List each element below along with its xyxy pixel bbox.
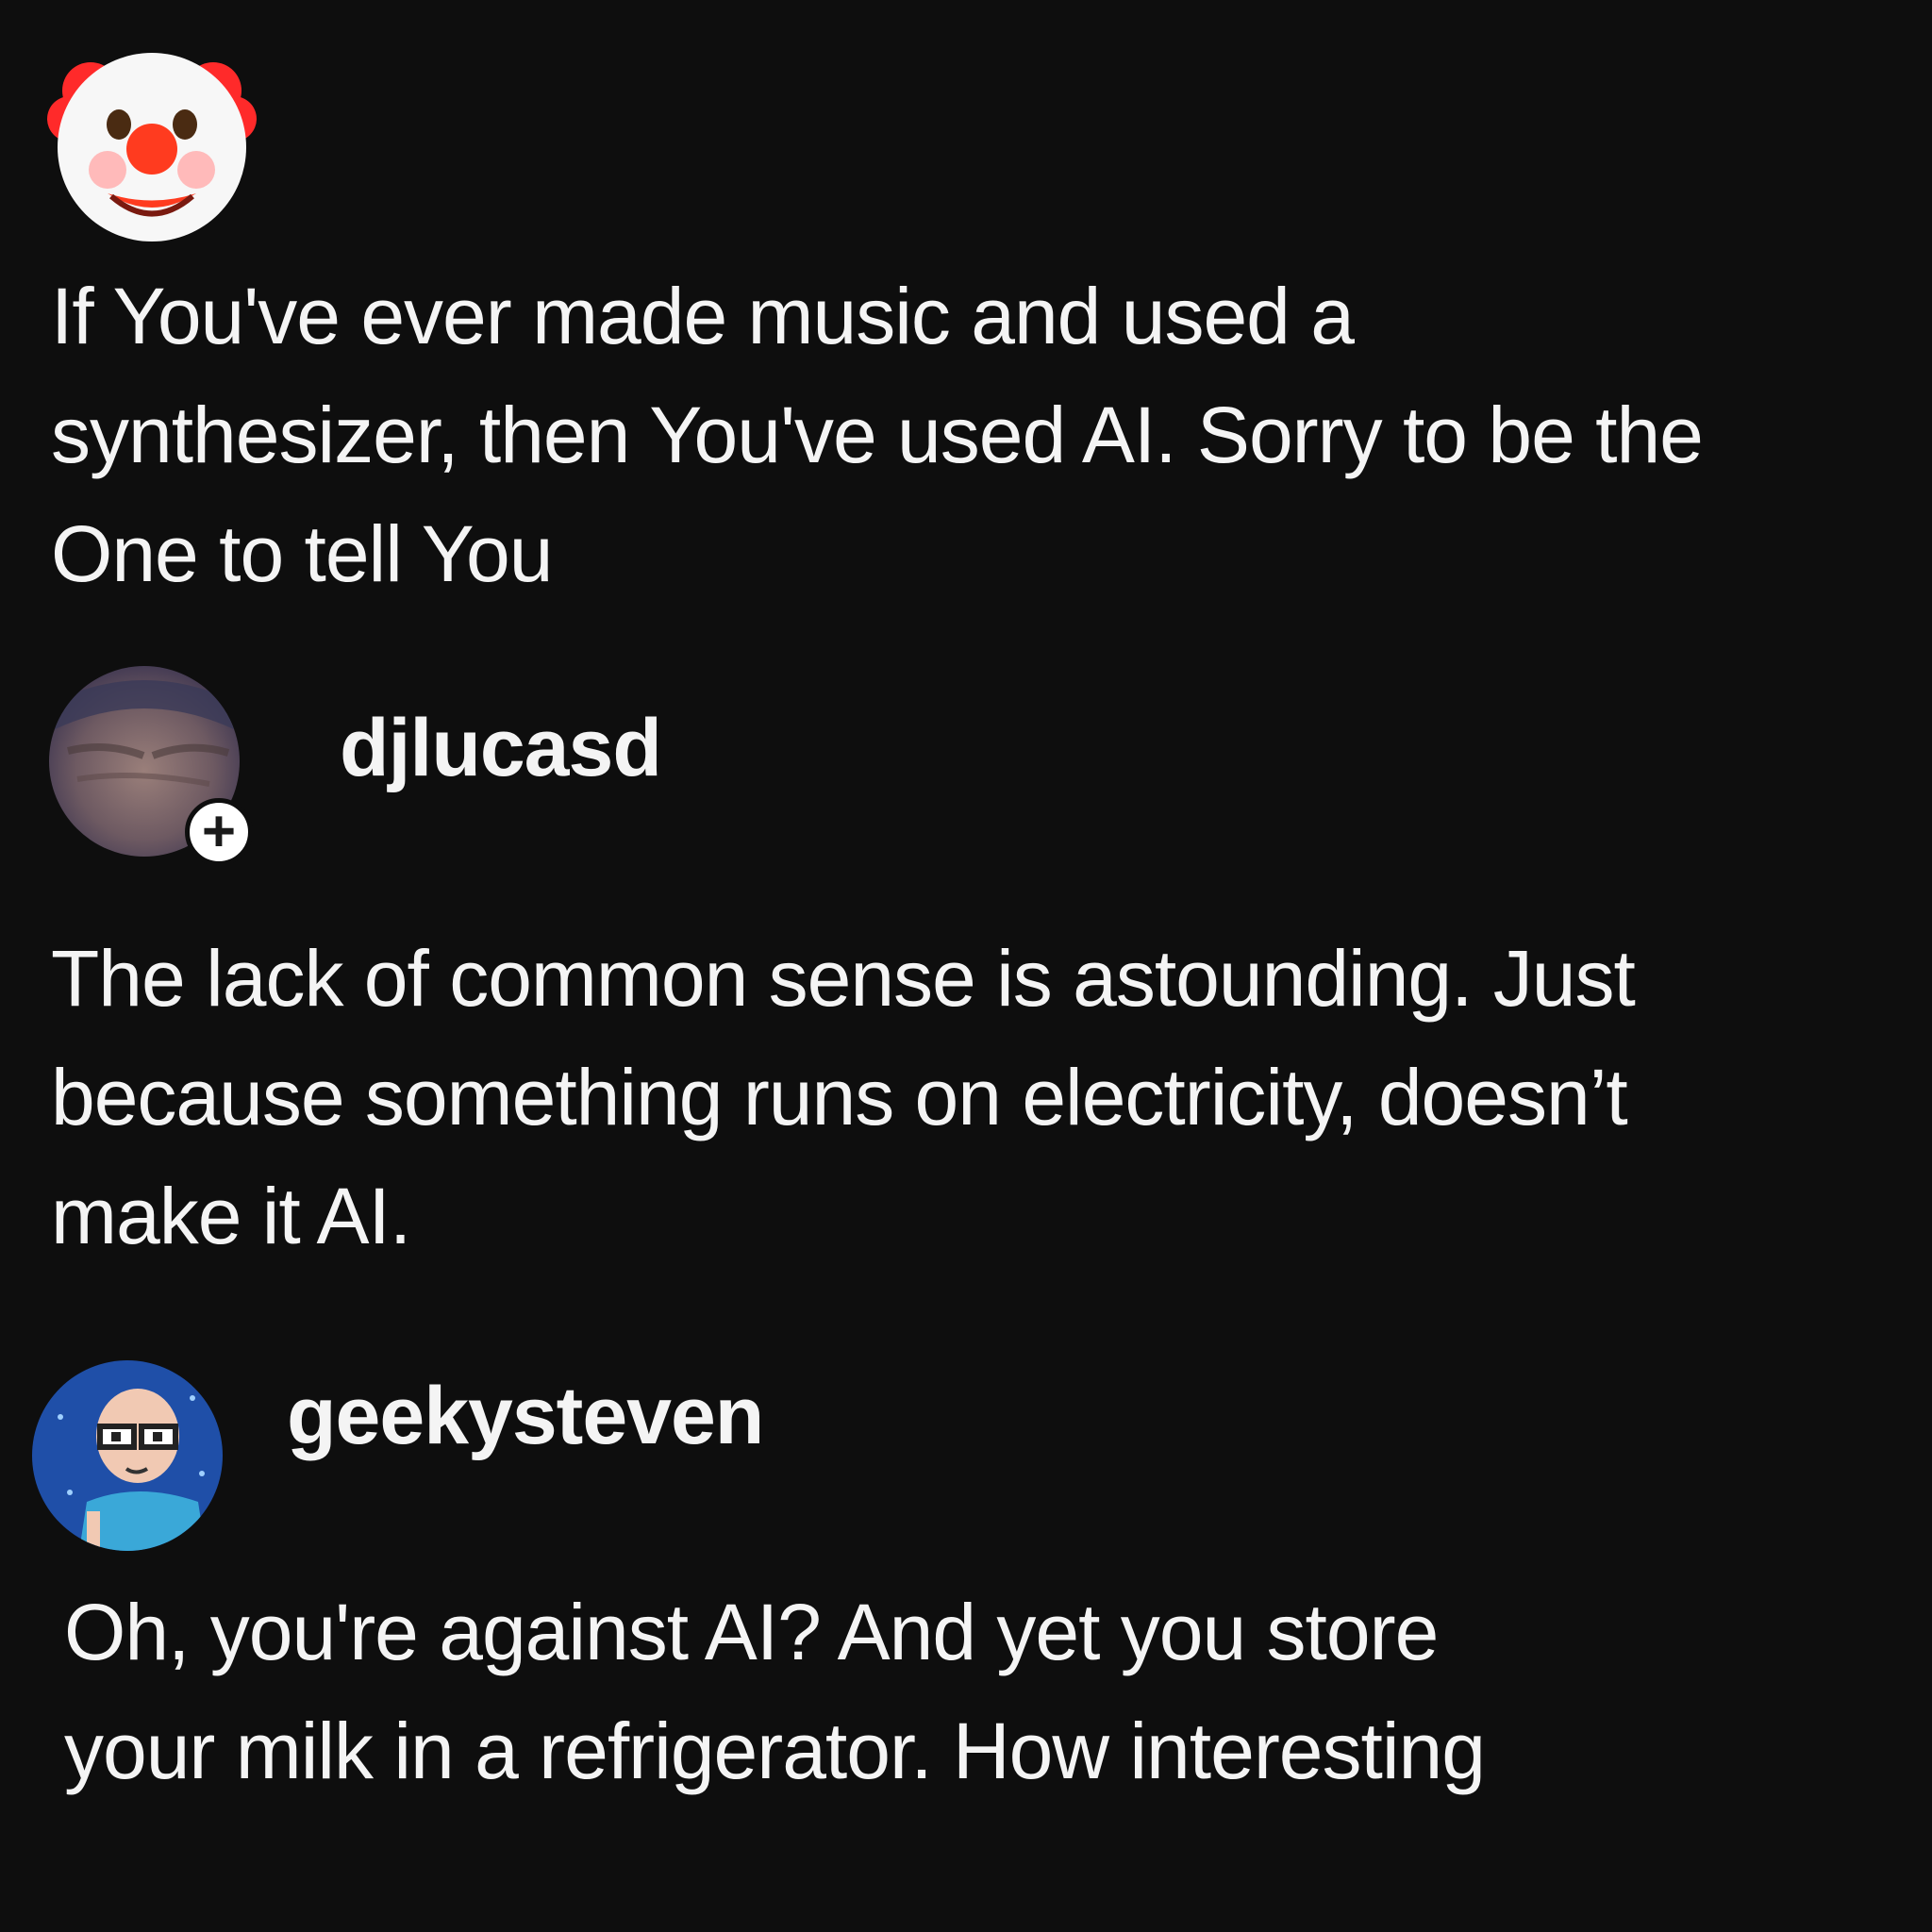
avatar[interactable] <box>32 1360 223 1551</box>
clown-face-icon <box>42 28 262 247</box>
follow-button[interactable]: + <box>185 798 253 866</box>
avatar[interactable]: + <box>49 666 253 866</box>
comment-text: If You've ever made music and used a syn… <box>51 272 1704 598</box>
comment-text: The lack of common sense is astounding. … <box>51 934 1636 1260</box>
comment-header: + djlucasd <box>49 666 662 866</box>
comment-header: geekysteven <box>32 1360 764 1551</box>
comment-text: Oh, you're against AI? And yet you store… <box>64 1588 1486 1795</box>
username[interactable]: djlucasd <box>340 702 662 795</box>
username[interactable]: geekysteven <box>287 1370 764 1463</box>
pixel-art-avatar-icon <box>32 1360 223 1551</box>
